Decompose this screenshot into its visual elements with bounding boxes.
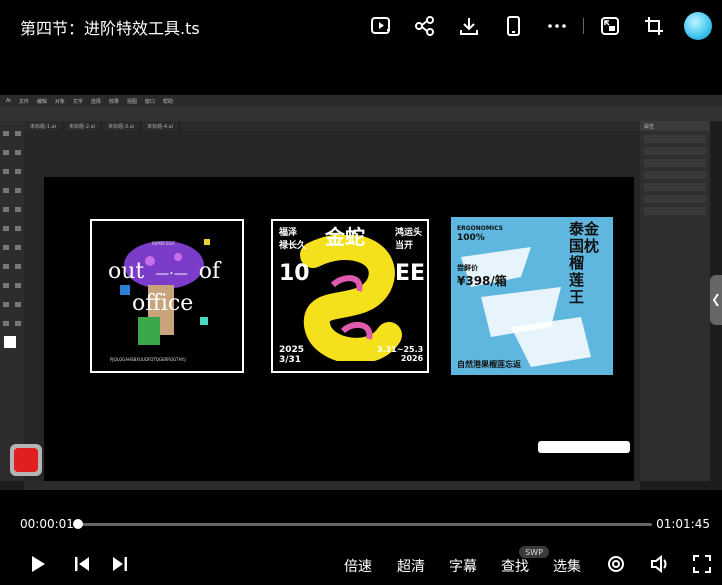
poster-out-of-office: REMIX EDIT out —·— of office PJQLQGAHSBX… (90, 219, 244, 373)
time-total: 01:01:45 (656, 517, 710, 531)
poster2-big-right: EE (395, 261, 426, 286)
time-current: 00:00:01 (20, 517, 74, 531)
player-controls: 倍速 超清 字幕 查找 选集 (0, 548, 722, 585)
progress-thumb[interactable] (73, 519, 83, 529)
app-control-bar (0, 107, 722, 122)
poster2-date-right: 3.31~25.3 2026 (377, 345, 424, 363)
app-toolbar (0, 121, 24, 481)
poster1-headline: out —·— of office (108, 257, 220, 319)
crop-icon[interactable] (632, 10, 676, 42)
episodes-button[interactable]: 选集 (553, 556, 581, 576)
poster2-right-top: 鸿运头 当开 (395, 228, 423, 251)
record-button[interactable] (10, 444, 42, 476)
sticker-toolbar[interactable] (538, 441, 630, 453)
poster-golden-snake: 福泽 禄长久 鸿运头 当开 金蛇 10 EE 2025 3/31 3.31~25… (271, 219, 429, 373)
previous-icon[interactable] (70, 552, 94, 576)
phone-icon[interactable] (491, 10, 535, 42)
poster3-side-title: 泰金 国枕 榴 莲 王 (569, 220, 600, 306)
poster2-left-top: 福泽 禄长久 (279, 228, 307, 251)
poster-durian: ERGONOMICS 100% 尝鲜价 ¥398/箱 泰金 国枕 榴 莲 王 自… (451, 217, 613, 375)
video-frame[interactable]: Ai 文件 编辑 对象 文字 选择 效果 视图 窗口 帮助 未标题-1.ai 未标题-2.ai 未标题… (0, 95, 722, 490)
poster1-footer: PJQLQGAHSBXUUDFDTQGERRQGTHY.J (110, 357, 186, 362)
poster2-big-left: 10 (279, 261, 310, 286)
app-document-tabs: 未标题-1.ai 未标题-2.ai 未标题-3.ai 未标题-4.ai (24, 121, 640, 131)
more-icon[interactable] (535, 10, 579, 42)
app-menubar: Ai 文件 编辑 对象 文字 选择 效果 视图 窗口 帮助 (0, 95, 722, 107)
download-icon[interactable] (447, 10, 491, 42)
divider (583, 18, 584, 34)
poster2-headline: 金蛇 (325, 225, 365, 249)
poster1-tag: REMIX EDIT (152, 241, 176, 246)
pip-icon[interactable] (588, 10, 632, 42)
play-icon[interactable] (26, 552, 50, 576)
video-title: 第四节：进阶特效工具.ts (20, 19, 200, 38)
poster2-date-left: 2025 3/31 (279, 345, 305, 365)
poster1-word-office: office (132, 291, 194, 316)
poster3-percent: 100% (457, 233, 485, 243)
search-badge: SWP (519, 546, 549, 558)
poster1-dash: —·— (155, 266, 188, 282)
share-icon[interactable] (403, 10, 447, 42)
side-panel-handle[interactable] (710, 275, 722, 325)
progress-row: 00:00:01 01:01:45 (0, 512, 722, 536)
poster3-price: ¥398/箱 (457, 274, 507, 288)
app-properties-panel: 属性 (640, 121, 710, 481)
volume-icon[interactable] (648, 552, 672, 576)
app-status-bar (24, 481, 640, 490)
top-bar: 第四节：进阶特效工具.ts (0, 0, 722, 52)
video-add-icon[interactable] (359, 10, 403, 42)
search-button[interactable]: 查找 (501, 556, 529, 576)
speed-button[interactable]: 倍速 (344, 556, 372, 576)
poster1-word-out: out (108, 259, 145, 284)
top-actions (359, 10, 712, 42)
poster1-word-of: of (198, 259, 221, 284)
poster3-bottom: 自然港果榴莲忘返 (457, 360, 521, 369)
next-icon[interactable] (108, 552, 132, 576)
progress-track[interactable] (76, 523, 652, 526)
poster3-brand: ERGONOMICS (457, 225, 503, 232)
avatar[interactable] (684, 12, 712, 40)
snake-illustration (293, 234, 405, 364)
quality-button[interactable]: 超清 (397, 556, 425, 576)
fullscreen-icon[interactable] (690, 552, 714, 576)
danmaku-icon[interactable] (604, 552, 628, 576)
subtitle-button[interactable]: 字幕 (449, 556, 477, 576)
